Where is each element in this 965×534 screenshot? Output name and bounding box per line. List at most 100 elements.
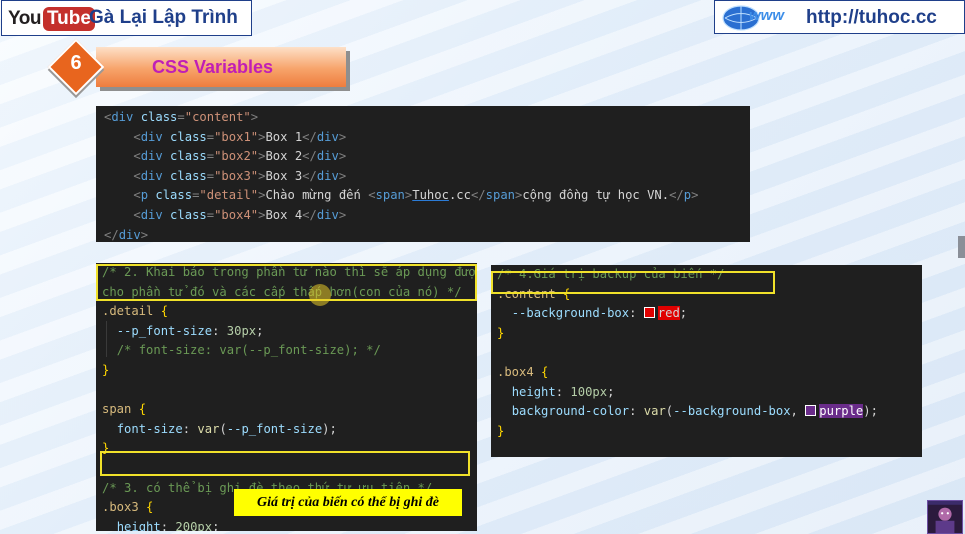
code-token: </: [669, 188, 684, 203]
www-globe-icon: www: [722, 5, 785, 31]
presenter-avatar-icon: [927, 500, 963, 534]
code-token: height: [116, 519, 161, 531]
code-token: --background-box: [673, 404, 791, 419]
code-line: <div class="box4">Box 4</div>: [104, 206, 750, 226]
code-line: }: [497, 422, 922, 442]
indent-guide: [106, 321, 107, 357]
comment-highlight-3: [100, 451, 470, 476]
code-line: .detail {: [102, 302, 477, 322]
code-token: >: [338, 168, 347, 183]
code-token: >: [338, 129, 347, 144]
code-token: {: [160, 304, 169, 319]
code-token: font-size: [116, 421, 183, 436]
code-token: }: [102, 362, 110, 377]
code-token: class: [133, 110, 178, 124]
code-token: >: [338, 207, 347, 222]
code-token: =: [206, 149, 215, 164]
code-token: "box1": [214, 129, 259, 144]
code-token: >: [250, 110, 259, 124]
code-line: background-color: var(--background-box, …: [497, 402, 922, 422]
code-token: ,: [790, 404, 806, 419]
code-token: </: [470, 188, 486, 203]
code-token: =: [206, 129, 215, 144]
scroll-handle[interactable]: [958, 236, 965, 258]
youtube-logo-icon[interactable]: You Tube: [8, 6, 95, 32]
section-title: CSS Variables: [152, 57, 274, 77]
color-swatch-purple: [805, 405, 817, 417]
code-token: --p_font-size: [226, 421, 323, 436]
code-token: class: [162, 129, 207, 144]
code-token: </: [302, 149, 317, 164]
code-token: "box4": [214, 207, 259, 222]
section-banner: CSS Variables: [96, 47, 346, 87]
code-token: <: [133, 149, 141, 164]
site-url-header: www http://tuhoc.cc: [714, 0, 965, 34]
code-token: --background-box: [511, 306, 630, 321]
code-token: }: [497, 325, 505, 340]
code-token: "detail": [199, 188, 259, 203]
code-token: height: [511, 384, 556, 399]
code-token: );: [322, 421, 337, 436]
code-line: }: [102, 361, 477, 381]
code-token: div: [140, 129, 163, 144]
code-token: span: [375, 188, 405, 203]
code-token: div: [316, 168, 339, 183]
code-token: =: [206, 207, 215, 222]
code-line: [497, 343, 922, 363]
color-value: purple: [819, 404, 864, 419]
code-token: </: [104, 227, 119, 242]
code-token: cộng đồng tự học VN.: [522, 188, 670, 203]
code-token: p: [140, 188, 149, 203]
youtube-you-text: You: [8, 8, 41, 29]
code-line: height: 100px;: [497, 383, 922, 403]
code-token: div: [118, 227, 141, 242]
code-token: ;: [212, 519, 220, 531]
code-token: .box3: [102, 500, 139, 515]
code-token: div: [316, 149, 339, 164]
code-token: 100px: [570, 384, 608, 399]
code-line: span {: [102, 400, 477, 420]
color-swatch-red: [643, 307, 655, 319]
code-line: .box4 {: [497, 363, 922, 383]
code-token: div: [140, 168, 163, 183]
code-token: div: [316, 207, 339, 222]
code-token: ;: [256, 323, 264, 338]
code-token: <: [133, 129, 141, 144]
code-token: Box 4: [265, 207, 303, 222]
site-url[interactable]: http://tuhoc.cc: [806, 7, 937, 29]
html-code-panel: <div class="content"> <div class="box1">…: [96, 106, 750, 242]
override-note: Giá trị của biến có thể bị ghi đè: [234, 489, 462, 516]
code-token: {: [138, 402, 147, 417]
section-number: 6: [70, 52, 82, 74]
code-token: :: [182, 421, 198, 436]
color-value: red: [657, 306, 680, 321]
code-line: }: [497, 324, 922, 344]
code-token: >: [691, 188, 699, 203]
code-token: div: [111, 110, 134, 124]
code-token: {: [541, 364, 549, 379]
code-token: :: [629, 404, 644, 419]
code-token: var: [643, 404, 666, 419]
code-token: Box 2: [265, 149, 303, 164]
code-token: <: [133, 207, 141, 222]
code-token: Box 1: [265, 129, 303, 144]
code-token: class: [162, 207, 207, 222]
code-line: </div>: [104, 226, 750, 242]
code-line: <div class="box1">Box 1</div>: [104, 128, 750, 148]
code-token: Chào mừng đến: [265, 188, 369, 203]
code-token: class: [162, 168, 207, 183]
code-token: >: [338, 149, 347, 164]
